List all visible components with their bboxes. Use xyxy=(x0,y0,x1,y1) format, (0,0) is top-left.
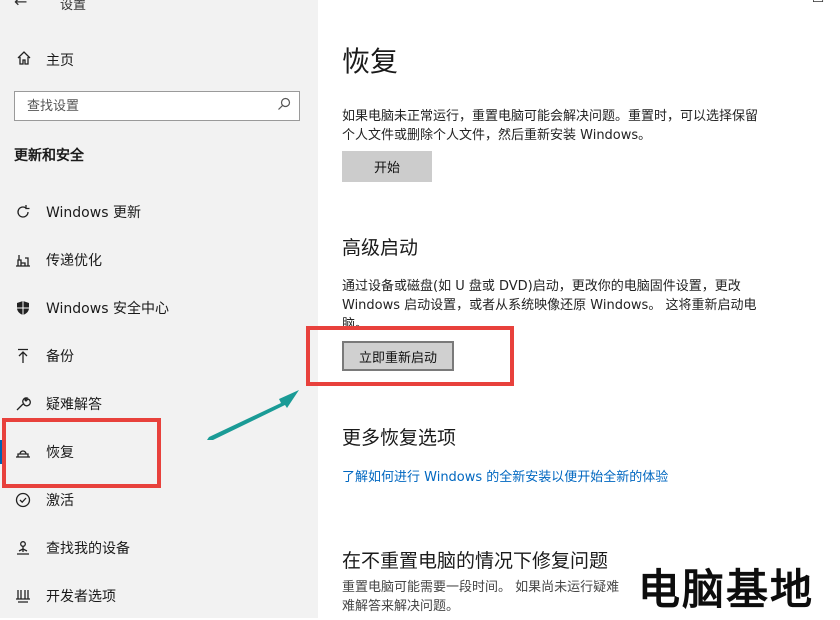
restart-highlight-box xyxy=(306,326,514,386)
advanced-startup-heading: 高级启动 xyxy=(342,237,419,259)
watermark-logo: 电脑基地 xyxy=(638,565,815,614)
search-box[interactable] xyxy=(14,91,300,121)
delivery-optimization-icon xyxy=(14,251,32,269)
reset-start-button[interactable]: 开始 xyxy=(342,151,432,182)
sidebar-item-label: 疑难解答 xyxy=(46,397,102,413)
sidebar-item-home[interactable]: 主页 xyxy=(14,50,74,70)
back-arrow-icon[interactable]: ← xyxy=(14,0,27,11)
main-content: — ☐ 恢复 如果电脑未正常运行，重置电脑可能会解决问题。重置时，可以选择保留 … xyxy=(318,0,840,618)
pointer-arrow-icon xyxy=(207,390,299,440)
sidebar-item-label: 开发者选项 xyxy=(46,589,116,605)
sidebar-item-label: 主页 xyxy=(46,53,74,69)
sidebar-item-label: Windows 安全中心 xyxy=(46,301,169,317)
sidebar-item-label: Windows 更新 xyxy=(46,205,141,221)
maximize-button[interactable]: ☐ xyxy=(796,0,840,6)
sidebar-item-label: 查找我的设备 xyxy=(46,541,130,557)
activation-check-icon xyxy=(14,491,32,509)
app-title: 设置 xyxy=(60,0,87,13)
advanced-startup-description: 通过设备或磁盘(如 U 盘或 DVD)启动，更改你的电脑固件设置，更改 Wind… xyxy=(342,279,757,327)
sidebar-item-delivery-optimization[interactable]: 传递优化 xyxy=(0,236,318,284)
section-title: 更新和安全 xyxy=(14,148,84,164)
wrench-icon xyxy=(14,395,32,413)
fresh-install-link[interactable]: 了解如何进行 Windows 的全新安装以便开始全新的体验 xyxy=(342,466,668,485)
home-icon xyxy=(14,50,34,70)
recovery-highlight-box xyxy=(2,418,161,488)
search-icon[interactable] xyxy=(277,97,291,115)
sidebar-item-developer[interactable]: 开发者选项 xyxy=(0,572,318,620)
sidebar-item-backup[interactable]: 备份 xyxy=(0,332,318,380)
sidebar-item-label: 激活 xyxy=(46,493,74,509)
refresh-icon xyxy=(14,203,32,221)
more-recovery-options-heading: 更多恢复选项 xyxy=(342,427,457,449)
developer-icon xyxy=(14,587,32,605)
sidebar-item-label: 备份 xyxy=(46,349,74,365)
reset-description: 如果电脑未正常运行，重置电脑可能会解决问题。重置时，可以选择保留 个人文件或删除… xyxy=(342,109,759,143)
search-input[interactable] xyxy=(25,97,269,115)
sidebar-item-label: 传递优化 xyxy=(46,253,102,269)
find-device-icon xyxy=(14,539,32,557)
minimize-button[interactable]: — xyxy=(752,0,796,6)
shield-icon xyxy=(14,299,32,317)
backup-arrow-icon xyxy=(14,347,32,365)
page-title: 恢复 xyxy=(342,45,399,78)
sidebar-item-windows-update[interactable]: Windows 更新 xyxy=(0,188,318,236)
fix-without-reset-heading: 在不重置电脑的情况下修复问题 xyxy=(342,550,609,572)
sidebar: ← 设置 主页 更新和安全 Windows 更新 传递优化 xyxy=(0,0,318,618)
window-controls: — ☐ xyxy=(752,0,840,6)
sidebar-item-security-center[interactable]: Windows 安全中心 xyxy=(0,284,318,332)
sidebar-item-find-device[interactable]: 查找我的设备 xyxy=(0,524,318,572)
